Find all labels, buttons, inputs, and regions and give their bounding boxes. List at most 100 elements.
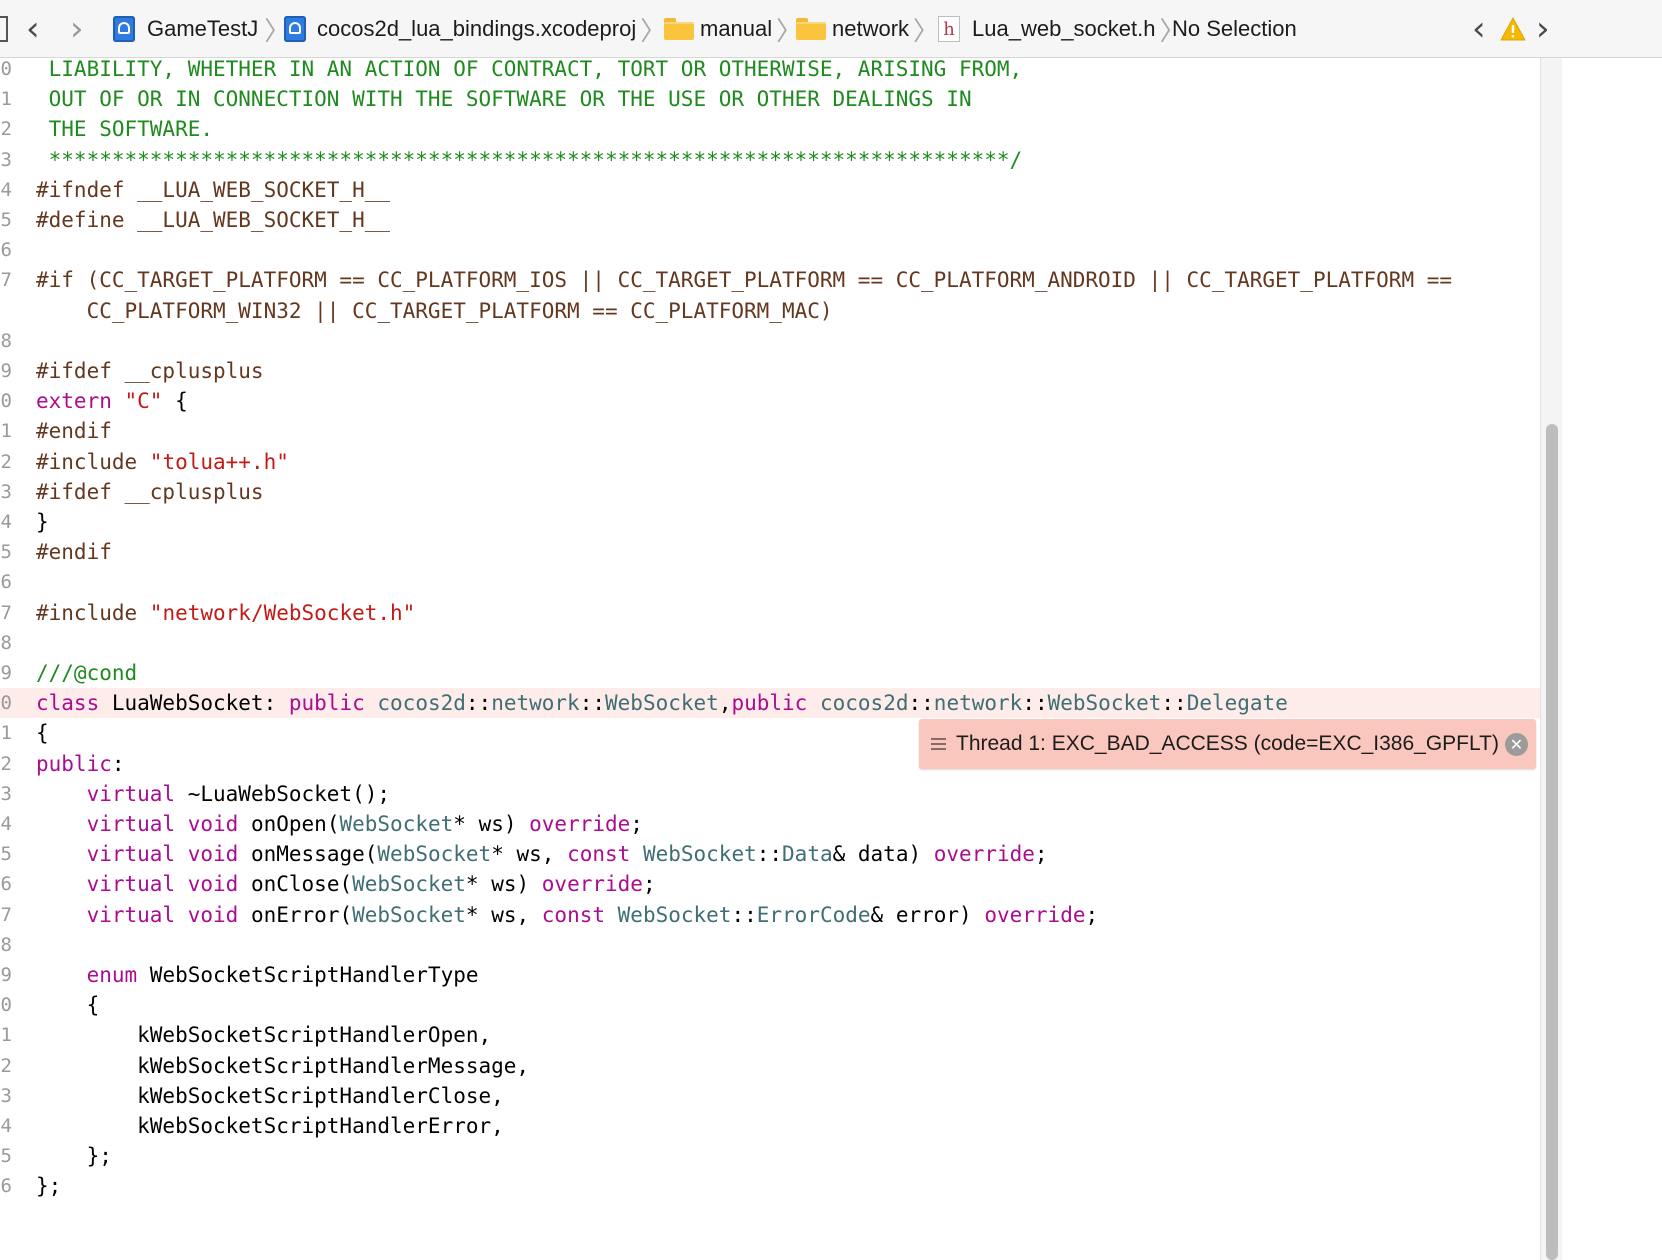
line-number[interactable]: 3 bbox=[0, 1081, 12, 1111]
code-line[interactable]: 5 #define __LUA_WEB_SOCKET_H__ bbox=[0, 205, 1540, 235]
line-number[interactable]: 8 bbox=[0, 326, 12, 356]
line-number[interactable]: 9 bbox=[0, 960, 12, 990]
code-line[interactable]: 0 { bbox=[0, 990, 1540, 1020]
line-number[interactable]: 2 bbox=[0, 1051, 12, 1081]
line-number[interactable]: 1 bbox=[0, 84, 12, 114]
line-number[interactable]: 8 bbox=[0, 930, 12, 960]
line-number[interactable]: 1 bbox=[0, 416, 12, 446]
line-number[interactable]: 4 bbox=[0, 507, 12, 537]
code-line[interactable]: 5 }; bbox=[0, 1141, 1540, 1171]
code-line[interactable]: 0 extern "C" { bbox=[0, 386, 1540, 416]
line-number[interactable]: 1 bbox=[0, 718, 12, 748]
code-line[interactable]: 8 bbox=[0, 930, 1540, 960]
crumb-manual[interactable]: manual 〉 bbox=[664, 0, 802, 58]
line-number[interactable]: 6 bbox=[0, 869, 12, 899]
previous-issue-button[interactable]: ‹ bbox=[1472, 0, 1486, 58]
code-token: WebSocket bbox=[605, 691, 719, 716]
line-number[interactable] bbox=[0, 296, 12, 326]
code-line[interactable]: 9 #ifdef __cplusplus bbox=[0, 356, 1540, 386]
code-token: * ws, bbox=[465, 902, 542, 927]
crumb-file[interactable]: h Lua_web_socket.h 〉 bbox=[938, 0, 1185, 58]
line-number[interactable]: 4 bbox=[0, 809, 12, 839]
error-annotation[interactable]: Thread 1: EXC_BAD_ACCESS (code=EXC_I386_… bbox=[919, 719, 1536, 769]
code-line[interactable]: 2 #include "tolua++.h" bbox=[0, 447, 1540, 477]
line-number[interactable]: 6 bbox=[0, 235, 12, 265]
code-line[interactable]: 6 virtual void onClose(WebSocket* ws) ov… bbox=[0, 869, 1540, 899]
code-line[interactable]: 3 kWebSocketScriptHandlerClose, bbox=[0, 1081, 1540, 1111]
crumb-selection[interactable]: No Selection bbox=[1172, 0, 1297, 58]
line-number[interactable]: 2 bbox=[0, 749, 12, 779]
issue-warning-button[interactable] bbox=[1500, 0, 1526, 58]
line-number[interactable]: 3 bbox=[0, 145, 12, 175]
code-token: virtual bbox=[86, 872, 176, 897]
line-number[interactable]: 1 bbox=[0, 1020, 12, 1050]
code-token: WebSocket bbox=[352, 872, 466, 897]
code-line[interactable]: 0 LIABILITY, WHETHER IN AN ACTION OF CON… bbox=[0, 58, 1540, 84]
code-line[interactable]: 3 #ifdef __cplusplus bbox=[0, 477, 1540, 507]
line-number[interactable]: 2 bbox=[0, 114, 12, 144]
code-line[interactable]: 2 THE SOFTWARE. bbox=[0, 114, 1540, 144]
close-icon[interactable]: ✕ bbox=[1505, 733, 1528, 756]
code-text: kWebSocketScriptHandlerMessage, bbox=[36, 1051, 529, 1081]
code-line[interactable]: 7 #include "network/WebSocket.h" bbox=[0, 598, 1540, 628]
back-button[interactable]: ‹ bbox=[26, 0, 40, 58]
code-line[interactable]: 5 #endif bbox=[0, 537, 1540, 567]
code-line[interactable]: 4} bbox=[0, 507, 1540, 537]
code-token: override bbox=[984, 902, 1086, 927]
line-number[interactable]: 7 bbox=[0, 598, 12, 628]
line-number[interactable]: 6 bbox=[0, 567, 12, 597]
code-line[interactable]: 6 bbox=[0, 235, 1540, 265]
related-items-button[interactable] bbox=[0, 0, 8, 58]
code-line[interactable]: 4 virtual void onOpen(WebSocket* ws) ove… bbox=[0, 809, 1540, 839]
code-token: :: bbox=[579, 691, 606, 716]
line-number[interactable]: 4 bbox=[0, 1111, 12, 1141]
forward-button[interactable]: › bbox=[70, 0, 84, 58]
line-number[interactable]: 6 bbox=[0, 1171, 12, 1201]
line-number[interactable]: 0 bbox=[0, 58, 12, 84]
code-line[interactable]: 6}; bbox=[0, 1171, 1540, 1201]
line-number[interactable]: 9 bbox=[0, 658, 12, 688]
code-line-error[interactable]: 0 class LuaWebSocket: public cocos2d::net… bbox=[0, 688, 1540, 719]
line-number[interactable]: 3 bbox=[0, 477, 12, 507]
code-token: #ifdef __cplusplus bbox=[36, 479, 264, 504]
line-number[interactable]: 5 bbox=[0, 537, 12, 567]
line-number[interactable]: 8 bbox=[0, 628, 12, 658]
folder-icon bbox=[664, 18, 694, 40]
code-line[interactable]: 8 bbox=[0, 628, 1540, 658]
code-line[interactable]: 1 OUT OF OR IN CONNECTION WITH THE SOFTW… bbox=[0, 84, 1540, 114]
code-line[interactable]: 1 #endif bbox=[0, 416, 1540, 446]
line-number[interactable]: 3 bbox=[0, 779, 12, 809]
line-number[interactable]: 0 bbox=[0, 386, 12, 416]
next-issue-button[interactable]: › bbox=[1536, 0, 1550, 58]
line-number[interactable]: 0 bbox=[0, 990, 12, 1020]
code-line[interactable]: 2 kWebSocketScriptHandlerMessage, bbox=[0, 1051, 1540, 1081]
line-number[interactable]: 4 bbox=[0, 175, 12, 205]
code-line[interactable]: 9 ///@cond bbox=[0, 658, 1540, 688]
source-editor[interactable]: 0 LIABILITY, WHETHER IN AN ACTION OF CON… bbox=[0, 58, 1540, 1260]
line-number[interactable]: 2 bbox=[0, 447, 12, 477]
code-line[interactable]: 6 bbox=[0, 567, 1540, 597]
scrollbar-thumb[interactable] bbox=[1546, 424, 1558, 1260]
line-number[interactable]: 0 bbox=[0, 688, 12, 718]
crumb-gametestj[interactable]: GameTestJ 〉 bbox=[113, 0, 290, 58]
crumb-network[interactable]: network 〉 bbox=[796, 0, 939, 58]
code-line[interactable]: 4 #ifndef __LUA_WEB_SOCKET_H__ bbox=[0, 175, 1540, 205]
line-number[interactable]: 7 bbox=[0, 900, 12, 930]
code-line[interactable]: 5 virtual void onMessage(WebSocket* ws, … bbox=[0, 839, 1540, 869]
code-line[interactable]: 7 #if (CC_TARGET_PLATFORM == CC_PLATFORM_… bbox=[0, 265, 1540, 295]
code-line[interactable]: 3 virtual ~LuaWebSocket(); bbox=[0, 779, 1540, 809]
line-number[interactable]: 5 bbox=[0, 205, 12, 235]
line-number[interactable]: 5 bbox=[0, 839, 12, 869]
line-number[interactable]: 9 bbox=[0, 356, 12, 386]
code-line[interactable]: 1 kWebSocketScriptHandlerOpen, bbox=[0, 1020, 1540, 1050]
crumb-xcodeproj[interactable]: cocos2d_lua_bindings.xcodeproj 〉 bbox=[284, 0, 666, 58]
code-line[interactable]: 7 virtual void onError(WebSocket* ws, co… bbox=[0, 900, 1540, 930]
code-line[interactable]: 8 bbox=[0, 326, 1540, 356]
code-line[interactable]: 9 enum WebSocketScriptHandlerType bbox=[0, 960, 1540, 990]
line-number[interactable]: 7 bbox=[0, 265, 12, 295]
code-line[interactable]: 4 kWebSocketScriptHandlerError, bbox=[0, 1111, 1540, 1141]
line-number[interactable]: 5 bbox=[0, 1141, 12, 1171]
code-line[interactable]: 3 **************************************… bbox=[0, 145, 1540, 175]
menu-icon[interactable] bbox=[931, 738, 946, 750]
code-line[interactable]: CC_PLATFORM_WIN32 || CC_TARGET_PLATFORM … bbox=[0, 296, 1540, 326]
